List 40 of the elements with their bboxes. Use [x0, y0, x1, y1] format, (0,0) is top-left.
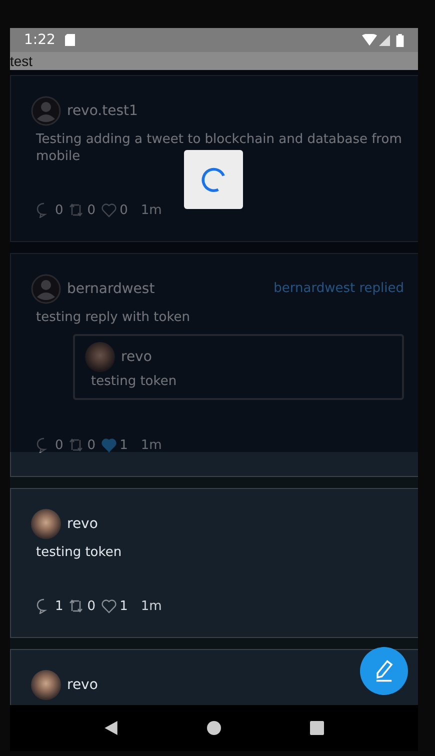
- reply-count: 1: [55, 598, 64, 614]
- recents-icon[interactable]: [310, 721, 324, 735]
- like-count: 1: [120, 438, 128, 452]
- author-name[interactable]: revo: [67, 676, 98, 692]
- signal-icon: [379, 34, 390, 46]
- retweet-count: 0: [87, 598, 96, 614]
- avatar: [85, 342, 115, 372]
- like-count: 1: [120, 598, 128, 614]
- tweet-text: testing reply with token: [36, 309, 192, 326]
- reply-count: 0: [55, 438, 64, 452]
- retweet-icon: [68, 202, 84, 218]
- home-icon[interactable]: [206, 721, 221, 735]
- retweet-count: 0: [87, 438, 96, 452]
- retweet-count: 0: [87, 202, 96, 218]
- heart-icon[interactable]: [100, 598, 117, 614]
- avatar-icon: [31, 96, 61, 126]
- author-name: revo: [121, 349, 152, 365]
- wifi-icon: [362, 34, 377, 46]
- replied-label: bernardwest replied: [274, 281, 404, 296]
- back-icon[interactable]: [104, 721, 118, 735]
- tweet-time: 1m: [140, 598, 162, 614]
- author-name[interactable]: revo.test1: [67, 102, 138, 118]
- retweet-icon: [68, 437, 84, 453]
- avatar: [31, 508, 61, 538]
- clock: 1:22: [24, 32, 56, 48]
- tweet-text: testing token: [36, 544, 123, 561]
- author-name[interactable]: revo: [67, 516, 98, 532]
- retweet-icon: [68, 598, 84, 614]
- sd-card-icon: [65, 34, 76, 46]
- tweet-time: 1m: [140, 202, 162, 218]
- tweet-text: Testing adding a tweet to blockchain and database from mobile: [36, 131, 403, 165]
- like-count: 0: [120, 202, 128, 218]
- tweet-text: testing token: [91, 373, 178, 390]
- reply-count: 0: [55, 202, 64, 218]
- avatar-icon: [31, 274, 61, 304]
- battery-icon: [396, 34, 404, 46]
- tweet-time: 1m: [140, 438, 162, 452]
- app-title: test: [10, 53, 33, 69]
- author-name[interactable]: bernardwest: [67, 280, 155, 296]
- avatar: [31, 670, 61, 700]
